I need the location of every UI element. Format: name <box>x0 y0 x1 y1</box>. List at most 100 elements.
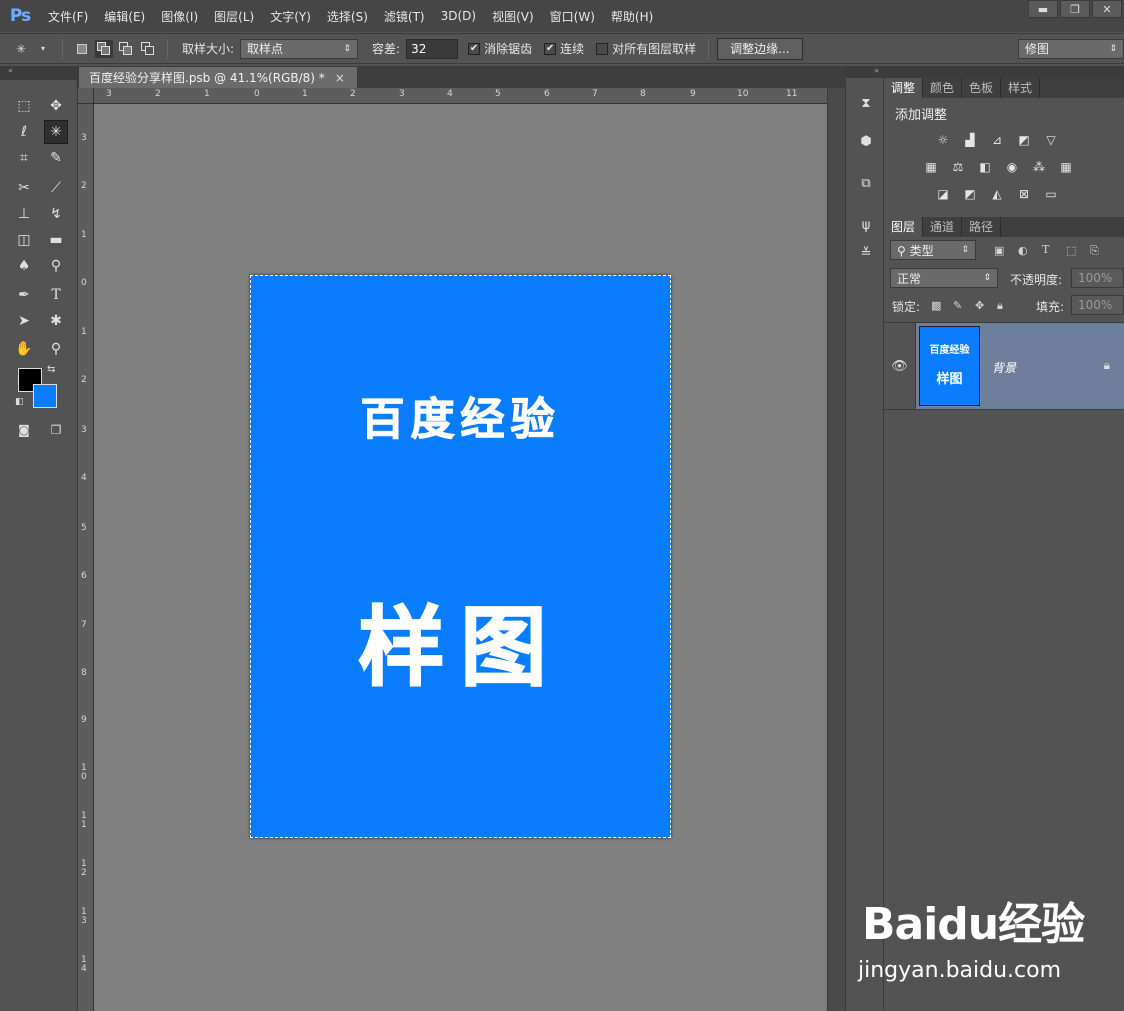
preset-dropdown-icon[interactable]: ▾ <box>34 40 52 58</box>
filter-type-icon[interactable]: T <box>1042 243 1049 256</box>
curves-icon[interactable]: ⊿ <box>988 132 1006 148</box>
color-lookup-icon[interactable]: ▦ <box>1057 159 1075 175</box>
zoom-tool-icon[interactable]: ⚲ <box>44 337 68 361</box>
black-white-icon[interactable]: ◧ <box>976 159 994 175</box>
eraser-tool-icon[interactable]: ◫ <box>12 228 36 252</box>
contiguous-checkbox[interactable]: ✔ <box>544 42 557 55</box>
subtract-from-selection-icon[interactable] <box>117 40 135 58</box>
properties-panel-icon[interactable]: ⧉ <box>855 172 877 194</box>
lasso-tool-icon[interactable]: ℓ <box>12 120 36 144</box>
lock-all-icon[interactable]: 🔒︎ <box>997 299 1003 313</box>
healing-brush-tool-icon[interactable]: ✂ <box>12 176 36 200</box>
filter-adjustment-icon[interactable]: ◐ <box>1018 244 1028 257</box>
sample-size-select[interactable]: 取样点 ⇕ <box>240 38 359 59</box>
restore-button[interactable]: ❐ <box>1060 0 1090 18</box>
filter-smart-object-icon[interactable]: ⎘ <box>1090 244 1099 258</box>
screen-mode-icon[interactable]: ❐ <box>44 418 68 442</box>
type-tool-icon[interactable]: T <box>44 283 68 307</box>
layer-row[interactable]: 👁︎ 百度经验 样图 背景 🔒︎ <box>884 322 1124 410</box>
layer-name[interactable]: 背景 <box>992 359 1016 376</box>
path-selection-tool-icon[interactable]: ➤ <box>12 309 36 333</box>
magic-wand-tool-icon[interactable]: ✳ <box>44 120 68 144</box>
menu-view[interactable]: 视图(V) <box>484 8 542 25</box>
posterize-icon[interactable]: ◩ <box>961 186 979 202</box>
vibrance-icon[interactable]: ▽ <box>1042 132 1060 148</box>
tab-styles[interactable]: 样式 <box>1001 78 1041 98</box>
menu-3d[interactable]: 3D(D) <box>433 9 484 23</box>
tool-presets-icon[interactable]: ≚ <box>855 242 877 264</box>
custom-shape-tool-icon[interactable]: ✱ <box>44 309 68 333</box>
fill-input[interactable]: 100% <box>1071 295 1124 315</box>
history-panel-icon[interactable]: ⧗ <box>855 92 877 114</box>
document-canvas[interactable]: 百度经验 样图 <box>250 275 671 838</box>
document-tab[interactable]: 百度经验分享样图.psb @ 41.1%(RGB/8) * × <box>78 66 358 88</box>
background-color-swatch[interactable] <box>33 384 57 408</box>
hue-saturation-icon[interactable]: ▦ <box>922 159 940 175</box>
color-balance-icon[interactable]: ⚖ <box>949 159 967 175</box>
crop-tool-icon[interactable]: ⌗ <box>12 146 36 170</box>
visibility-eye-icon[interactable]: 👁︎ <box>884 323 916 409</box>
default-colors-icon[interactable]: ◧ <box>15 397 24 407</box>
menu-filter[interactable]: 滤镜(T) <box>376 8 433 25</box>
hand-tool-icon[interactable]: ✋ <box>12 337 36 361</box>
quick-mask-icon[interactable]: ◙ <box>12 418 36 442</box>
filter-pixel-icon[interactable]: ▣ <box>994 244 1004 257</box>
gradient-map-icon[interactable]: ▭ <box>1042 186 1060 202</box>
menu-type[interactable]: 文字(Y) <box>262 8 319 25</box>
all-layers-checkbox[interactable] <box>596 42 609 55</box>
dodge-tool-icon[interactable]: ⚲ <box>44 254 68 278</box>
add-to-selection-icon[interactable] <box>95 39 113 58</box>
close-icon[interactable]: × <box>335 71 345 85</box>
opacity-input[interactable]: 100% <box>1071 268 1124 288</box>
lock-transparent-icon[interactable]: ▩ <box>931 299 941 312</box>
blur-tool-icon[interactable]: ♠ <box>12 254 36 278</box>
gradient-tool-icon[interactable]: ▬ <box>44 228 68 252</box>
menu-help[interactable]: 帮助(H) <box>603 8 661 25</box>
menu-image[interactable]: 图像(I) <box>153 8 206 25</box>
tab-color[interactable]: 颜色 <box>923 78 963 98</box>
tolerance-input[interactable]: 32 <box>406 38 459 59</box>
photo-filter-icon[interactable]: ◉ <box>1003 159 1021 175</box>
collapse-panels-icon[interactable]: » <box>846 66 883 78</box>
tab-channels[interactable]: 通道 <box>923 217 963 237</box>
vertical-scrollbar[interactable] <box>827 88 845 1011</box>
intersect-selection-icon[interactable] <box>139 40 157 58</box>
menu-window[interactable]: 窗口(W) <box>542 8 603 25</box>
selective-color-icon[interactable]: ⊠ <box>1015 186 1033 202</box>
menu-select[interactable]: 选择(S) <box>319 8 376 25</box>
eyedropper-tool-icon[interactable]: ✎ <box>44 146 68 170</box>
menu-edit[interactable]: 编辑(E) <box>96 8 153 25</box>
minimize-button[interactable]: ▬ <box>1028 0 1058 18</box>
tools-panel-header[interactable]: « <box>0 66 77 80</box>
brush-presets-icon[interactable]: ψ <box>855 214 877 236</box>
menu-file[interactable]: 文件(F) <box>40 8 96 25</box>
layer-filter-select[interactable]: ⚲ 类型 ⇕ <box>890 240 976 260</box>
canvas-workspace[interactable]: 百度经验 样图 <box>94 104 827 1011</box>
exposure-icon[interactable]: ◩ <box>1015 132 1033 148</box>
marquee-tool-icon[interactable]: ⬚ <box>12 94 36 118</box>
new-selection-icon[interactable] <box>73 40 91 58</box>
history-brush-tool-icon[interactable]: ↯ <box>44 202 68 226</box>
move-tool-icon[interactable]: ✥ <box>44 94 68 118</box>
3d-panel-icon[interactable]: ⬢ <box>855 130 877 152</box>
brush-tool-icon[interactable]: ⟋ <box>44 176 68 200</box>
tab-layers[interactable]: 图层 <box>884 217 924 237</box>
menu-layer[interactable]: 图层(L) <box>206 8 262 25</box>
tab-swatches[interactable]: 色板 <box>962 78 1002 98</box>
lock-position-icon[interactable]: ✥ <box>975 299 984 312</box>
tab-paths[interactable]: 路径 <box>962 217 1002 237</box>
blend-mode-select[interactable]: 正常 ⇕ <box>890 268 998 288</box>
workspace-select[interactable]: 修图 ⇕ <box>1018 38 1124 59</box>
channel-mixer-icon[interactable]: ⁂ <box>1030 159 1048 175</box>
invert-icon[interactable]: ◪ <box>934 186 952 202</box>
close-button[interactable]: ✕ <box>1092 0 1122 18</box>
anti-alias-checkbox[interactable]: ✔ <box>468 42 481 55</box>
levels-icon[interactable]: ▟ <box>961 132 979 148</box>
pen-tool-icon[interactable]: ✒ <box>12 283 36 307</box>
tab-adjustments[interactable]: 调整 <box>884 78 924 98</box>
threshold-icon[interactable]: ◭ <box>988 186 1006 202</box>
filter-shape-icon[interactable]: ⬚ <box>1066 244 1076 257</box>
brightness-contrast-icon[interactable]: ☼ <box>934 132 952 148</box>
refine-edge-button[interactable]: 调整边缘... <box>717 37 803 60</box>
clone-stamp-tool-icon[interactable]: ⊥ <box>12 202 36 226</box>
